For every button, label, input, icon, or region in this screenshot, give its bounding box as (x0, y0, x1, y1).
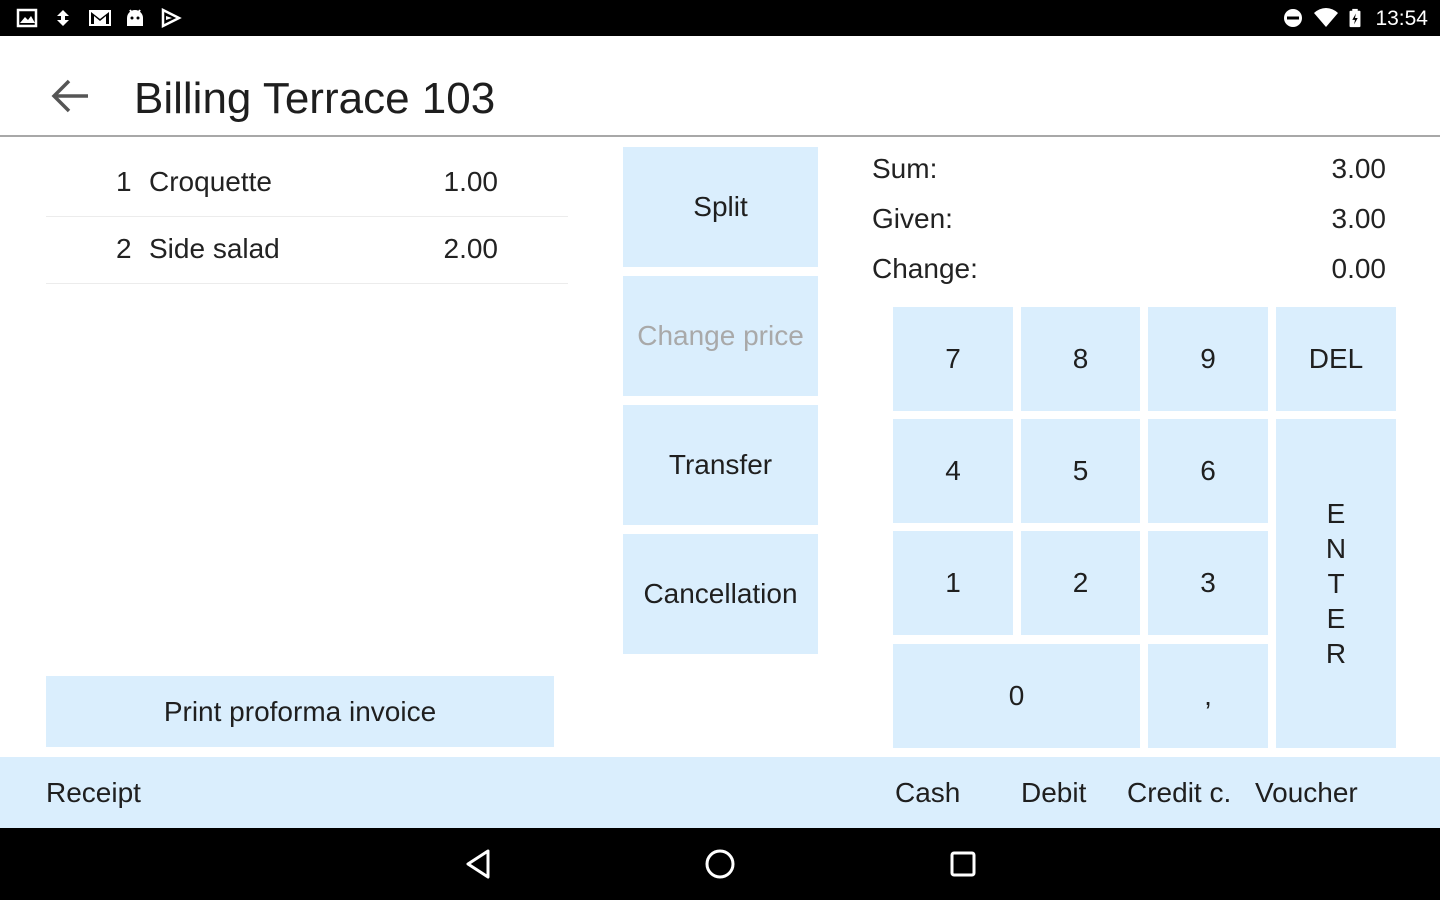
item-quantity: 1 (116, 166, 132, 197)
item-quantity: 2 (116, 233, 132, 264)
print-proforma-invoice-button[interactable]: Print proforma invoice (46, 676, 554, 747)
item-name: Side salad (149, 233, 280, 264)
recents-square-icon[interactable] (945, 846, 981, 882)
key-5[interactable]: 5 (1021, 419, 1140, 523)
split-button[interactable]: Split (623, 147, 818, 267)
change-row: Change: 0.00 (872, 250, 1386, 300)
item-price: 2.00 (443, 233, 499, 264)
delete-key[interactable]: DEL (1276, 307, 1396, 411)
back-triangle-icon[interactable] (460, 846, 496, 882)
home-circle-icon[interactable] (702, 846, 738, 882)
sum-label: Sum: (872, 153, 938, 184)
change-label: Change: (872, 253, 978, 284)
clock: 13:54 (1375, 7, 1428, 30)
app-bar: Billing Terrace 103 (0, 36, 1440, 137)
page-title: Billing Terrace 103 (134, 74, 496, 123)
change-value: 0.00 (1331, 253, 1387, 284)
key-6[interactable]: 6 (1148, 419, 1268, 523)
key-2[interactable]: 2 (1021, 531, 1140, 635)
gmail-icon (89, 10, 111, 26)
wifi-icon (1314, 8, 1338, 27)
image-icon (16, 8, 38, 28)
order-list: 1 Croquette 1.00 2 Side salad 2.00 (46, 150, 568, 284)
given-label: Given: (872, 203, 953, 234)
enter-letter: E (1326, 498, 1346, 529)
transfer-button[interactable]: Transfer (623, 405, 818, 525)
key-4[interactable]: 4 (893, 419, 1013, 523)
receipt-button[interactable]: Receipt (46, 777, 141, 809)
cash-button[interactable]: Cash (895, 777, 960, 809)
key-9[interactable]: 9 (1148, 307, 1268, 411)
change-price-button[interactable]: Change price (623, 276, 818, 396)
navigation-bar (0, 828, 1440, 900)
given-row: Given: 3.00 (872, 200, 1386, 250)
enter-key-label: E N T E R (1326, 496, 1346, 671)
voucher-button[interactable]: Voucher (1255, 777, 1358, 809)
comma-key[interactable]: , (1148, 644, 1268, 748)
key-0[interactable]: 0 (893, 644, 1140, 748)
debit-button[interactable]: Debit (1021, 777, 1086, 809)
credit-card-button[interactable]: Credit c. (1127, 777, 1231, 809)
sum-value: 3.00 (1331, 153, 1387, 184)
enter-letter: T (1327, 568, 1345, 599)
list-item[interactable]: 2 Side salad 2.00 (46, 217, 568, 284)
status-bar: 13:54 (0, 0, 1440, 36)
enter-letter: E (1326, 603, 1346, 634)
do-not-disturb-icon (1284, 9, 1302, 27)
totals-panel: Sum: 3.00 Given: 3.00 Change: 0.00 (872, 150, 1386, 300)
list-item[interactable]: 1 Croquette 1.00 (46, 150, 568, 217)
enter-letter: R (1325, 638, 1347, 669)
key-8[interactable]: 8 (1021, 307, 1140, 411)
android-icon (127, 9, 143, 26)
payment-bar: Receipt Cash Debit Credit c. Voucher (0, 757, 1440, 828)
key-1[interactable]: 1 (893, 531, 1013, 635)
arrow-left-icon[interactable] (48, 76, 92, 116)
item-name: Croquette (149, 166, 272, 197)
enter-letter: N (1325, 533, 1347, 564)
cancellation-button[interactable]: Cancellation (623, 534, 818, 654)
battery-icon (1349, 8, 1361, 28)
sum-row: Sum: 3.00 (872, 150, 1386, 200)
play-store-icon (161, 8, 182, 28)
sync-icon (57, 10, 69, 26)
item-price: 1.00 (443, 166, 499, 197)
given-value: 3.00 (1331, 203, 1387, 234)
enter-key[interactable]: E N T E R (1276, 419, 1396, 748)
key-3[interactable]: 3 (1148, 531, 1268, 635)
key-7[interactable]: 7 (893, 307, 1013, 411)
